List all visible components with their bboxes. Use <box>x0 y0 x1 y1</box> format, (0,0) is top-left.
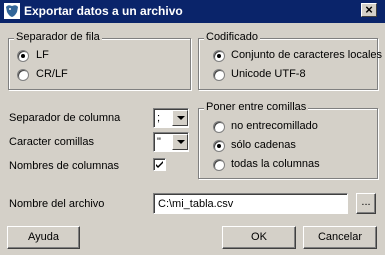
radio-lf-label[interactable]: LF <box>36 49 49 61</box>
chevron-down-icon[interactable] <box>172 134 188 150</box>
check-icon <box>156 161 163 168</box>
cancel-button[interactable]: Cancelar <box>303 226 377 249</box>
radio-no-quote-label[interactable]: no entrecomillado <box>231 120 318 132</box>
radio-crlf[interactable] <box>17 69 29 81</box>
encoding-legend: Codificado <box>204 31 260 43</box>
column-separator-label: Separador de columna <box>9 112 121 124</box>
quote-char-value: " <box>157 136 161 148</box>
radio-local-charset-label[interactable]: Conjunto de caracteres locales <box>231 49 382 61</box>
row-separator-legend: Separador de fila <box>14 31 102 43</box>
radio-utf8[interactable] <box>213 69 225 81</box>
radio-utf8-label[interactable]: Unicode UTF-8 <box>231 68 306 80</box>
radio-all-columns-label[interactable]: todas la columnas <box>231 158 320 170</box>
app-icon <box>4 3 20 19</box>
close-icon: × <box>365 2 373 17</box>
filename-label: Nombre del archivo <box>9 198 105 210</box>
radio-no-quote[interactable] <box>213 121 225 133</box>
browse-button[interactable]: ... <box>356 193 376 214</box>
chevron-down-icon[interactable] <box>172 110 188 126</box>
help-button[interactable]: Ayuda <box>7 226 80 249</box>
title-bar[interactable]: Exportar datos a un archivo × <box>0 0 385 23</box>
radio-lf[interactable] <box>17 50 29 62</box>
filename-value: C:\mi_tabla.csv <box>158 198 234 210</box>
help-label: Ayuda <box>28 231 59 243</box>
row-separator-group <box>8 38 191 90</box>
column-names-label: Nombres de columnas <box>9 160 120 172</box>
radio-strings-only[interactable] <box>213 140 225 152</box>
browse-label: ... <box>361 196 371 208</box>
quote-char-select[interactable]: " <box>153 132 189 152</box>
radio-crlf-label[interactable]: CR/LF <box>36 68 68 80</box>
ok-button[interactable]: OK <box>222 226 296 249</box>
column-names-checkbox[interactable] <box>153 158 166 171</box>
column-separator-value: ; <box>157 112 161 124</box>
ok-label: OK <box>251 231 267 243</box>
radio-all-columns[interactable] <box>213 159 225 171</box>
close-button[interactable]: × <box>361 2 377 17</box>
cancel-label: Cancelar <box>317 231 363 243</box>
radio-strings-only-label[interactable]: sólo cadenas <box>231 139 296 151</box>
column-separator-select[interactable]: ; <box>153 108 189 128</box>
filename-input[interactable]: C:\mi_tabla.csv <box>153 193 348 214</box>
quoting-legend: Poner entre comillas <box>204 101 309 113</box>
radio-local-charset[interactable] <box>213 50 225 62</box>
window-title: Exportar datos a un archivo <box>24 4 183 18</box>
encoding-group <box>198 38 378 90</box>
quote-char-label: Caracter comillas <box>9 136 94 148</box>
